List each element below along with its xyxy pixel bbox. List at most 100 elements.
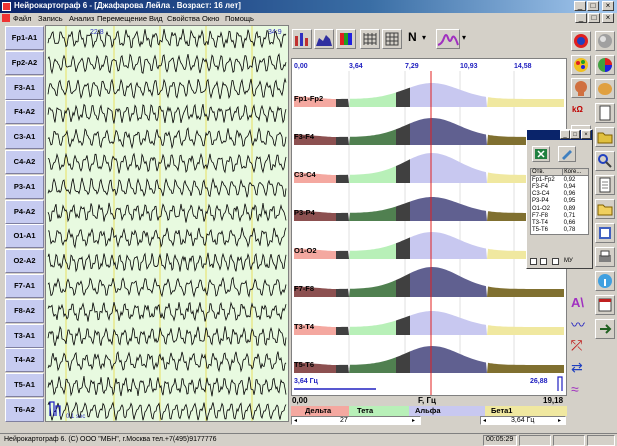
table-row[interactable]: O1-O2 0,89 xyxy=(531,205,589,212)
cross-arrows-icon[interactable]: ⤱ xyxy=(571,337,591,353)
table-row[interactable]: F7-F8 0,71 xyxy=(531,212,589,219)
checkbox-icon[interactable] xyxy=(552,258,559,265)
open-folder-icon[interactable] xyxy=(595,199,615,219)
head-icon[interactable] xyxy=(571,78,591,98)
channel-label[interactable]: F4-A2 xyxy=(5,100,44,125)
channel-label[interactable]: T4-A2 xyxy=(5,348,44,373)
header-lead[interactable]: Отв. xyxy=(529,167,564,177)
channel-label[interactable]: O1-A1 xyxy=(5,224,44,249)
calendar-icon[interactable] xyxy=(595,295,615,315)
spectrum-band-area xyxy=(349,357,396,373)
channel-label[interactable]: C3-A1 xyxy=(5,125,44,150)
channel-label[interactable]: Fp2-A2 xyxy=(5,50,44,75)
menu-help[interactable]: Помощь xyxy=(225,14,254,23)
menu-file[interactable]: Файл xyxy=(13,14,31,23)
channel-label[interactable]: T6-A2 xyxy=(5,398,44,422)
dropdown-arrow-icon[interactable]: ▾ xyxy=(462,33,466,42)
channel-label[interactable]: O2-A2 xyxy=(5,249,44,274)
coherence-popup[interactable]: _ □ × Отв. Коге... Fp1-Fp2 0,92 F3-F4 0,94 C… xyxy=(526,129,593,269)
mdi-close-button[interactable]: × xyxy=(602,13,614,23)
minimize-button[interactable]: _ xyxy=(574,1,586,11)
grid-icon[interactable] xyxy=(360,29,380,49)
right-scroll-field[interactable]: ◂ 3,64 Гц ▸ xyxy=(480,416,566,425)
average-icon[interactable]: A\ xyxy=(571,295,591,311)
checkbox-icon[interactable] xyxy=(530,258,537,265)
popup-minimize-button[interactable]: _ xyxy=(560,130,570,139)
split-wave-icon[interactable]: ≈ xyxy=(571,381,591,397)
menu-view[interactable]: Вид xyxy=(149,14,163,23)
status-field xyxy=(519,435,551,446)
checkbox-icon[interactable] xyxy=(540,258,547,265)
popup-close-button[interactable]: × xyxy=(581,130,591,139)
menu-navigate[interactable]: Перемещение xyxy=(97,14,147,23)
channel-label[interactable]: F7-A1 xyxy=(5,274,44,298)
channel-label[interactable]: T5-A1 xyxy=(5,373,44,398)
eeg-traces[interactable]: 22:8 34:9 0.1 sec xyxy=(46,26,288,421)
sphere-icon[interactable] xyxy=(595,31,615,51)
band-delta[interactable]: Дельта xyxy=(291,406,349,416)
dropdown-arrow-icon[interactable]: ▾ xyxy=(422,33,426,42)
info-icon[interactable] xyxy=(595,271,615,291)
table-row[interactable]: F3-F4 0,94 xyxy=(531,183,589,190)
band-alpha[interactable]: Альфа xyxy=(409,406,485,416)
channel-label[interactable]: P3-A1 xyxy=(5,174,44,199)
table-row[interactable]: T3-T4 0,66 xyxy=(531,220,589,227)
zoom-icon[interactable] xyxy=(595,151,615,171)
menu-analysis[interactable]: Анализ xyxy=(69,14,94,23)
horizontal-arrows-icon[interactable]: ⇄ xyxy=(571,359,591,375)
scroll-left-right-arrow[interactable]: ▸ xyxy=(412,417,415,424)
left-scroll-field[interactable]: ◂ 27 ▸ xyxy=(291,416,421,425)
document-icon[interactable] xyxy=(595,103,615,123)
scroll-left-arrow[interactable]: ◂ xyxy=(294,417,297,424)
mdi-minimize-button[interactable]: _ xyxy=(575,13,587,23)
channel-label[interactable]: F8-A2 xyxy=(5,298,44,323)
channel-label[interactable]: Fp1-A1 xyxy=(5,26,44,50)
band-theta[interactable]: Тета xyxy=(349,406,409,416)
table-row[interactable]: P3-P4 0,95 xyxy=(531,198,589,205)
scroll-right-left-arrow[interactable]: ◂ xyxy=(483,417,486,424)
freq-tick-label: 14,58 xyxy=(514,63,532,70)
menu-record[interactable]: Запись xyxy=(38,14,63,23)
color-map-icon[interactable] xyxy=(336,29,356,49)
spectrum-graph[interactable]: 0,00 3,64 7,29 10,93 14,58 Fp1-Fp2F3-F4C3-C4… xyxy=(292,59,566,395)
impedance-label[interactable]: kΩ xyxy=(572,105,583,114)
band-beta1[interactable]: Бета1 xyxy=(485,406,567,416)
spectrum-band-area xyxy=(410,118,487,145)
peak-shape-icon[interactable] xyxy=(436,29,460,49)
folder-icon[interactable] xyxy=(595,127,615,147)
page-icon[interactable] xyxy=(595,175,615,195)
channel-label[interactable]: F3-A1 xyxy=(5,75,44,100)
document-icon[interactable] xyxy=(2,14,10,22)
brain-map-icon[interactable] xyxy=(595,79,615,99)
channel-label[interactable]: P4-A2 xyxy=(5,199,44,224)
spectrum-mode-icon[interactable] xyxy=(292,29,312,49)
table-row[interactable]: Fp1-Fp2 0,92 xyxy=(531,176,589,183)
menu-properties[interactable]: Свойства xyxy=(167,14,200,23)
spectrum-area-icon[interactable] xyxy=(314,29,334,49)
channel-label[interactable]: T3-A1 xyxy=(5,323,44,348)
book-icon[interactable] xyxy=(595,223,615,243)
maximize-button[interactable]: □ xyxy=(587,1,599,11)
scroll-right-right-arrow[interactable]: ▸ xyxy=(558,417,561,424)
logo-icon[interactable] xyxy=(571,31,591,51)
normalize-n-label[interactable]: N xyxy=(408,30,417,44)
channel-label[interactable]: C4-A2 xyxy=(5,150,44,174)
color-wheel-icon[interactable] xyxy=(595,55,615,75)
table-row[interactable]: T5-T6 0,78 xyxy=(531,227,589,234)
mdi-restore-button[interactable]: □ xyxy=(588,13,600,23)
popup-maximize-button[interactable]: □ xyxy=(570,130,580,139)
header-coherence[interactable]: Коге... xyxy=(562,167,589,177)
print-icon[interactable] xyxy=(595,247,615,267)
eeg-trace xyxy=(47,103,287,124)
matrix-icon[interactable] xyxy=(382,29,402,49)
table-row[interactable]: C3-C4 0,96 xyxy=(531,190,589,197)
export-icon[interactable] xyxy=(595,319,615,339)
excel-icon[interactable] xyxy=(532,146,550,162)
spectrum-band-area xyxy=(410,232,487,259)
eeg-traces-panel[interactable]: 22:8 34:9 0.1 sec xyxy=(45,25,289,422)
menu-window[interactable]: Окно xyxy=(202,14,219,23)
palette-icon[interactable] xyxy=(571,55,591,75)
edit-icon[interactable] xyxy=(558,146,576,162)
wave-icon[interactable]: 〰 xyxy=(571,315,591,333)
close-button[interactable]: × xyxy=(602,1,614,11)
